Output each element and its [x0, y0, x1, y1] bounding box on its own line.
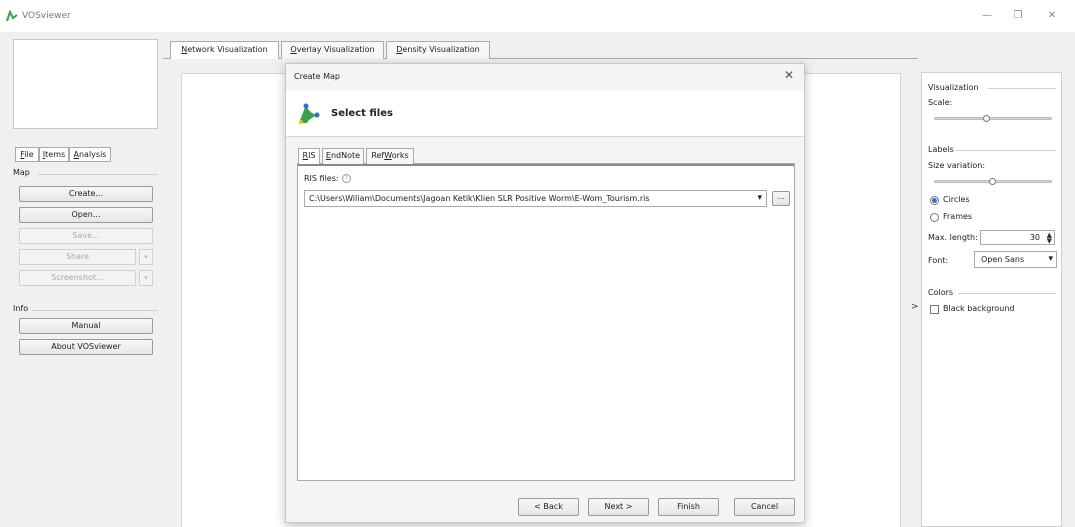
tab-refworks[interactable]: RefWorks: [366, 148, 414, 164]
window-title: VOSviewer: [22, 11, 71, 21]
logo-area: [13, 39, 158, 129]
tab-file[interactable]: File: [15, 147, 39, 162]
scale-label: Scale:: [928, 98, 953, 107]
colors-group-divider: [958, 293, 1056, 294]
help-icon[interactable]: ?: [341, 174, 351, 183]
tab-analysis[interactable]: Analysis: [69, 147, 111, 162]
cancel-button[interactable]: Cancel: [734, 498, 795, 516]
frames-label: Frames: [943, 212, 973, 221]
tab-network-visualization[interactable]: Network Visualization: [170, 41, 279, 59]
size-variation-slider-thumb[interactable]: [989, 178, 996, 185]
left-panel: File Items Analysis Map Create... Open..…: [0, 32, 163, 527]
frames-radio[interactable]: [930, 213, 939, 222]
share-menu-arrow[interactable]: ▾: [139, 249, 153, 265]
next-button[interactable]: Next >: [588, 498, 649, 516]
create-button[interactable]: Create...: [19, 186, 153, 202]
dialog-header: Select files: [286, 91, 804, 137]
options-panel: Visualization Scale: Labels Size variati…: [921, 72, 1062, 527]
open-button[interactable]: Open...: [19, 207, 153, 223]
visualization-group-label: Visualization: [928, 83, 979, 92]
tab-ris[interactable]: RIS: [298, 148, 320, 164]
tab-endnote[interactable]: EndNote: [322, 148, 364, 164]
back-button[interactable]: < Back: [518, 498, 579, 516]
font-select[interactable]: Open Sans ▾: [974, 251, 1057, 268]
chevron-down-icon[interactable]: ▾: [757, 191, 762, 206]
close-window-button[interactable]: ✕: [1040, 8, 1064, 24]
tab-density-visualization[interactable]: Density Visualization: [386, 41, 490, 59]
dialog-title: Create Map: [294, 72, 341, 81]
map-group-divider: [38, 174, 158, 175]
chevron-down-icon: ▾: [1048, 254, 1053, 264]
browse-file-button[interactable]: ...: [772, 191, 790, 206]
labels-group-label: Labels: [928, 145, 954, 154]
ris-file-path-combobox[interactable]: C:\Users\Wiliam\Documents\Jagoan Ketik\K…: [304, 190, 767, 207]
max-length-label: Max. length:: [928, 233, 978, 242]
font-label: Font:: [928, 256, 949, 265]
visualization-group-divider: [988, 88, 1056, 89]
collapse-panel-arrow[interactable]: >: [911, 302, 919, 312]
ris-files-label: RIS files:?: [304, 174, 351, 183]
black-background-checkbox[interactable]: [930, 305, 939, 314]
create-map-dialog: Create Map ✕ Select files RIS files:? C:…: [285, 63, 805, 523]
maximize-button[interactable]: ❐: [1006, 8, 1030, 24]
finish-button[interactable]: Finish: [658, 498, 719, 516]
vosviewer-wizard-icon: [299, 103, 320, 124]
font-select-value: Open Sans: [981, 255, 1025, 264]
max-length-spinner[interactable]: 30 ▲ ▼: [980, 230, 1055, 245]
spinner-arrows-icon[interactable]: ▲ ▼: [1047, 232, 1052, 245]
dialog-header-title: Select files: [331, 108, 393, 119]
save-button[interactable]: Save...: [19, 228, 153, 244]
screenshot-menu-arrow[interactable]: ▾: [139, 270, 153, 286]
manual-button[interactable]: Manual: [19, 318, 153, 334]
scale-slider-thumb[interactable]: [983, 115, 991, 122]
info-group-divider: [32, 310, 158, 311]
size-variation-label: Size variation:: [928, 161, 986, 170]
screenshot-button[interactable]: Screenshot...: [19, 270, 136, 286]
tab-overlay-visualization[interactable]: Overlay Visualization: [281, 41, 384, 59]
circles-label: Circles: [943, 195, 970, 204]
tab-panel-border: [298, 164, 794, 166]
minimize-button[interactable]: —: [975, 8, 999, 24]
about-vosviewer-button[interactable]: About VOSviewer: [19, 339, 153, 355]
circles-radio[interactable]: [930, 196, 939, 205]
labels-group-divider: [956, 150, 1056, 151]
vosviewer-logo-icon: [6, 10, 18, 22]
info-group-label: Info: [13, 304, 29, 313]
dialog-close-button[interactable]: ✕: [784, 68, 794, 82]
title-bar: VOSviewer — ❐ ✕: [0, 0, 1075, 32]
colors-group-label: Colors: [928, 288, 954, 297]
ris-file-path: C:\Users\Wiliam\Documents\Jagoan Ketik\K…: [309, 194, 650, 203]
ris-tab-panel: RIS files:? C:\Users\Wiliam\Documents\Ja…: [297, 163, 795, 481]
map-group-label: Map: [13, 168, 30, 177]
black-background-label: Black background: [943, 304, 1015, 313]
max-length-value: 30: [1029, 233, 1040, 242]
tab-items[interactable]: Items: [39, 147, 69, 162]
scale-slider-track[interactable]: [934, 117, 1052, 120]
share-button[interactable]: Share: [19, 249, 136, 265]
